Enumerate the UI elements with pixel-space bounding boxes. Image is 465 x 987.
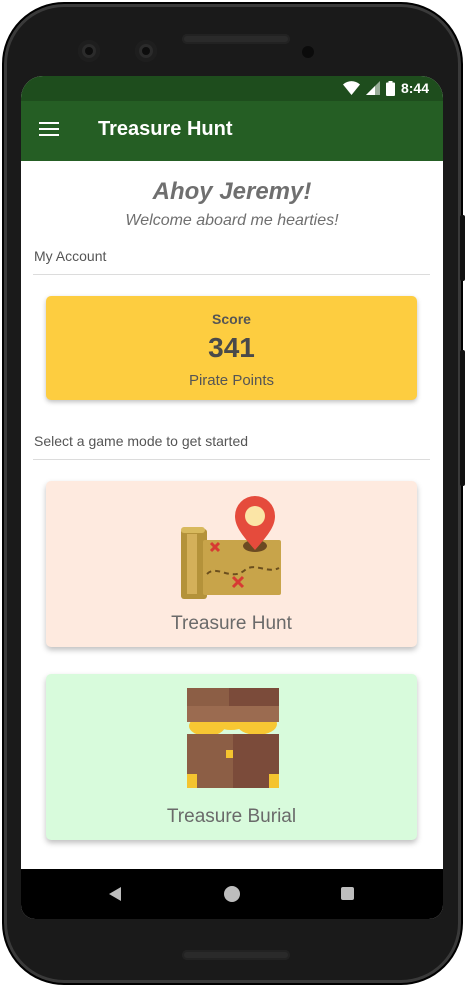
battery-icon [385, 80, 395, 96]
wifi-icon [342, 81, 360, 95]
score-unit: Pirate Points [188, 372, 275, 389]
score-label: Score [212, 311, 251, 327]
volume-button [460, 215, 465, 281]
my-account-label: My Account [34, 248, 107, 264]
back-icon[interactable] [109, 887, 121, 901]
app-bar: Treasure Hunt [21, 101, 443, 161]
score-card[interactable]: Score 341 Pirate Points [46, 296, 417, 400]
score-value: 341 [208, 332, 255, 363]
greeting-title: Ahoy Jeremy! [152, 178, 312, 205]
system-nav-bar [21, 869, 443, 919]
account-divider [33, 274, 430, 275]
game-mode-divider [33, 459, 430, 460]
cell-signal-icon [365, 81, 380, 95]
treasure-chest-icon [187, 688, 279, 788]
proximity-sensor [302, 46, 314, 58]
greeting-subtitle: Welcome aboard me hearties! [125, 212, 339, 229]
bottom-speaker [182, 950, 290, 960]
status-bar: 8:44 [21, 76, 443, 101]
recent-apps-icon[interactable] [341, 887, 354, 900]
treasure-hunt-card[interactable]: Treasure Hunt [46, 481, 417, 647]
front-camera-icon [78, 40, 100, 62]
power-button [460, 350, 465, 486]
front-sensor-icon [135, 40, 157, 62]
game-mode-prompt: Select a game mode to get started [34, 433, 249, 449]
treasure-burial-label: Treasure Burial [166, 806, 297, 827]
home-icon[interactable] [224, 886, 240, 902]
status-time: 8:44 [400, 80, 429, 96]
treasure-map-icon [181, 496, 281, 599]
menu-icon[interactable] [35, 118, 65, 144]
status-icons: 8:44 [342, 80, 429, 96]
earpiece-speaker [182, 34, 290, 44]
app-title: Treasure Hunt [98, 118, 233, 140]
app-screen: 8:44 Treasure Hunt Ahoy Jeremy! Welcome … [21, 76, 443, 919]
treasure-burial-card[interactable]: Treasure Burial [46, 674, 417, 840]
treasure-hunt-label: Treasure Hunt [171, 613, 292, 634]
